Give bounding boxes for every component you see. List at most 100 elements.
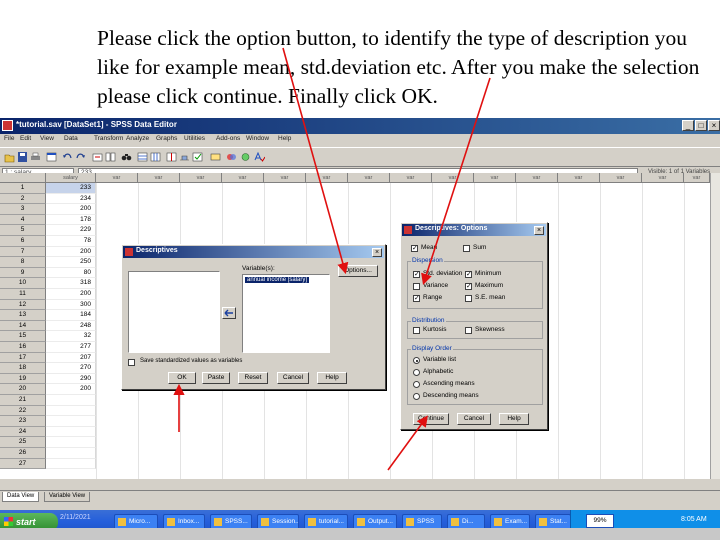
paste-button[interactable]: Paste (202, 372, 230, 384)
find-icon[interactable] (121, 151, 132, 163)
menu-view[interactable]: View (40, 135, 54, 142)
salary-cell[interactable]: 78 (46, 236, 96, 247)
variables-icon[interactable] (105, 151, 116, 163)
open-folder-icon[interactable] (4, 151, 15, 163)
column-header-var[interactable]: var (96, 173, 138, 183)
salary-cell[interactable]: 248 (46, 320, 96, 332)
close-button[interactable]: × (708, 120, 720, 131)
order-descending-radio[interactable] (413, 393, 420, 400)
salary-cell[interactable] (46, 426, 96, 438)
split-file-icon[interactable] (166, 151, 177, 163)
minimum-checkbox[interactable]: ✓ (465, 271, 472, 278)
help-button[interactable]: Help (317, 372, 347, 384)
row-header[interactable]: 20 (0, 384, 46, 395)
print-icon[interactable] (30, 151, 41, 163)
variance-checkbox[interactable] (413, 283, 420, 290)
maximum-checkbox[interactable]: ✓ (465, 283, 472, 290)
se-mean-checkbox[interactable] (465, 295, 472, 302)
options-button[interactable]: Options... (338, 265, 378, 277)
salary-cell[interactable]: 250 (46, 257, 96, 268)
reset-button[interactable]: Reset (238, 372, 268, 384)
vertical-scrollbar[interactable] (710, 173, 720, 479)
menu-edit[interactable]: Edit (20, 135, 31, 142)
row-header[interactable]: 26 (0, 448, 46, 459)
row-header[interactable]: 12 (0, 299, 46, 311)
sum-checkbox[interactable] (463, 245, 470, 252)
row-header[interactable]: 9 (0, 267, 46, 279)
column-header-var[interactable]: var (558, 173, 600, 183)
skewness-checkbox[interactable] (465, 327, 472, 334)
salary-cell[interactable] (46, 395, 96, 406)
salary-cell[interactable]: 200 (46, 384, 96, 395)
move-variable-button[interactable] (222, 307, 236, 319)
help-button[interactable]: Help (499, 413, 529, 425)
row-header[interactable]: 14 (0, 320, 46, 332)
save-icon[interactable] (17, 151, 28, 163)
row-header[interactable]: 5 (0, 225, 46, 236)
tab-variable-view[interactable]: Variable View (44, 492, 91, 502)
row-header[interactable]: 27 (0, 458, 46, 470)
row-header[interactable]: 22 (0, 405, 46, 417)
column-header-var[interactable]: var (306, 173, 348, 183)
row-header[interactable]: 6 (0, 236, 46, 247)
salary-cell[interactable] (46, 448, 96, 459)
salary-cell[interactable]: 184 (46, 310, 96, 321)
close-icon[interactable]: × (534, 226, 544, 235)
salary-cell[interactable]: 32 (46, 331, 96, 342)
menu-utilities[interactable]: Utilities (184, 135, 205, 142)
salary-cell[interactable]: 178 (46, 214, 96, 226)
salary-cell[interactable]: 300 (46, 299, 96, 311)
row-header[interactable]: 15 (0, 331, 46, 342)
column-header-var[interactable]: var (264, 173, 306, 183)
select-cases-icon[interactable] (192, 151, 203, 163)
row-header[interactable]: 11 (0, 289, 46, 300)
salary-cell[interactable] (46, 437, 96, 448)
column-header-salary[interactable]: salary (46, 173, 96, 183)
salary-cell[interactable] (46, 416, 96, 427)
salary-cell[interactable]: 200 (46, 204, 96, 215)
cancel-button[interactable]: Cancel (277, 372, 309, 384)
goto-case-icon[interactable] (92, 151, 103, 163)
column-header-var[interactable]: var (348, 173, 390, 183)
row-header[interactable]: 23 (0, 416, 46, 427)
row-header[interactable]: 21 (0, 395, 46, 406)
row-header[interactable]: 1 (0, 183, 46, 194)
column-header-var[interactable]: var (390, 173, 432, 183)
row-header[interactable]: 3 (0, 204, 46, 215)
menu-window[interactable]: Window (246, 135, 269, 142)
salary-cell[interactable]: 234 (46, 193, 96, 205)
minimize-button[interactable]: _ (682, 120, 694, 131)
row-header[interactable]: 25 (0, 437, 46, 448)
row-header[interactable]: 18 (0, 363, 46, 374)
order-ascending-radio[interactable] (413, 381, 420, 388)
salary-cell[interactable] (46, 405, 96, 417)
spell-icon[interactable] (254, 151, 265, 163)
row-header[interactable]: 7 (0, 246, 46, 258)
row-header[interactable]: 4 (0, 214, 46, 226)
menu-file[interactable]: File (4, 135, 14, 142)
continue-button[interactable]: Continue (413, 413, 449, 425)
source-variable-list[interactable] (128, 271, 220, 353)
dialog-recall-icon[interactable] (46, 151, 57, 163)
tab-data-view[interactable]: Data View (2, 492, 40, 502)
column-header-var[interactable]: var (600, 173, 642, 183)
column-header-var[interactable]: var (180, 173, 222, 183)
salary-cell[interactable]: 290 (46, 373, 96, 385)
salary-cell[interactable] (46, 458, 96, 470)
column-header-var[interactable]: var (642, 173, 684, 183)
row-header[interactable]: 24 (0, 426, 46, 438)
order-alphabetic-radio[interactable] (413, 369, 420, 376)
menu-analyze[interactable]: Analyze (126, 135, 149, 142)
mean-checkbox[interactable]: ✓ (411, 245, 418, 252)
salary-cell[interactable]: 200 (46, 289, 96, 300)
row-header[interactable]: 8 (0, 257, 46, 268)
insert-cases-icon[interactable] (137, 151, 148, 163)
salary-cell[interactable]: 200 (46, 246, 96, 258)
value-labels-icon[interactable] (210, 151, 221, 163)
menu-data[interactable]: Data (64, 135, 78, 142)
ok-button[interactable]: OK (168, 372, 196, 384)
kurtosis-checkbox[interactable] (413, 327, 420, 334)
salary-cell[interactable]: 229 (46, 225, 96, 236)
salary-cell[interactable]: 233 (46, 183, 96, 194)
row-header[interactable]: 10 (0, 278, 46, 289)
